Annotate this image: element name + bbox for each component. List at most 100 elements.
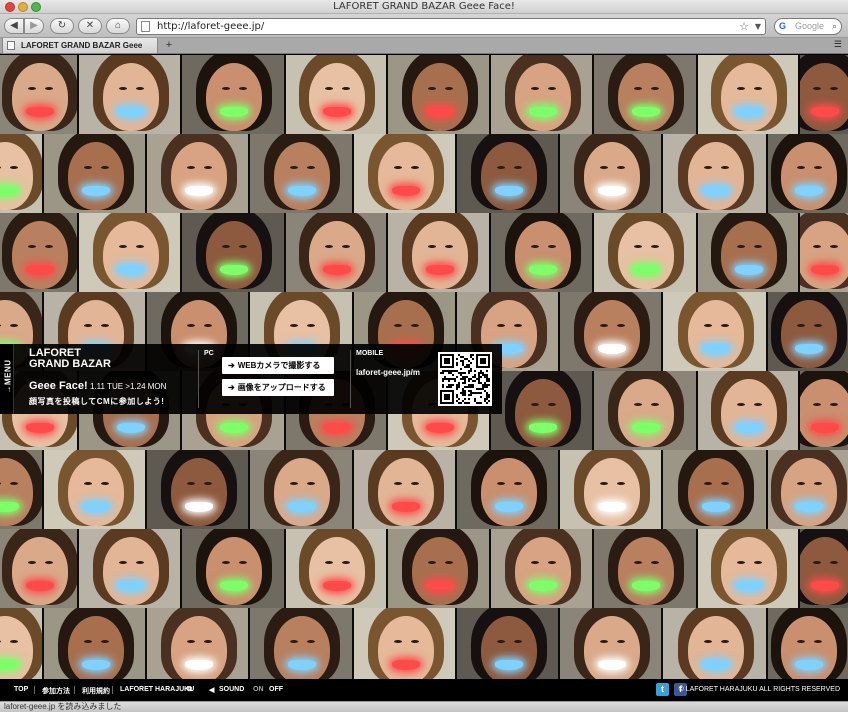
qr-module: [464, 398, 466, 400]
footer-top-link[interactable]: TOP: [14, 686, 28, 693]
qr-module: [480, 402, 482, 404]
back-button[interactable]: ◀: [4, 18, 24, 34]
forward-button[interactable]: ▶: [24, 18, 44, 34]
webcam-button[interactable]: ➔ WEBカメラで撮影する: [222, 357, 334, 374]
qr-module: [468, 372, 470, 374]
qr-module: [464, 402, 466, 404]
twitter-icon[interactable]: t: [656, 683, 669, 696]
mobile-url[interactable]: laforet-geee.jp/m: [356, 368, 420, 377]
qr-module: [470, 368, 472, 370]
qr-module: [468, 378, 470, 380]
qr-module: [458, 386, 460, 388]
qr-module: [456, 394, 458, 396]
face-skin: [480, 142, 537, 210]
search-input[interactable]: G Google ⌕: [774, 18, 842, 35]
face-eye: [203, 482, 212, 485]
footer-laforet-link[interactable]: LAFORET HARAJUKU: [120, 686, 194, 693]
face-eye: [186, 640, 195, 643]
address-bar[interactable]: http://laforet-geee.jp/ ☆ ▼: [136, 18, 766, 35]
glowing-mouth: [632, 107, 660, 117]
upload-button[interactable]: ➔ 画像をアップロードする: [222, 379, 334, 396]
qr-module: [486, 380, 488, 382]
face-tile: [354, 608, 457, 687]
glowing-mouth: [323, 423, 351, 433]
qr-module: [478, 392, 480, 394]
divider: [34, 686, 35, 694]
qr-module: [484, 382, 486, 384]
sound-on-button[interactable]: ON: [253, 686, 264, 693]
face-eye: [634, 245, 642, 248]
external-link-icon: ⧉: [187, 686, 192, 693]
qr-module: [460, 378, 462, 380]
face-tile: [250, 450, 354, 529]
qr-module: [488, 380, 490, 382]
face-tile: [147, 134, 250, 213]
bookmark-star-icon[interactable]: ☆: [739, 19, 749, 34]
glowing-mouth: [25, 265, 54, 275]
face-eye: [634, 561, 642, 564]
footer: TOP 参加方法 利用規約 LAFORET HARAJUKU ⧉ ◀ SOUND…: [0, 679, 848, 701]
face-skin: [721, 63, 777, 131]
divider: [350, 350, 351, 408]
qr-module: [474, 398, 476, 400]
glowing-mouth: [81, 186, 110, 196]
face-eye: [513, 324, 522, 327]
face-eye: [616, 640, 625, 643]
reload-button[interactable]: ↻: [50, 18, 74, 34]
face-eye: [720, 482, 729, 485]
face-eye: [703, 166, 712, 169]
glowing-mouth: [597, 660, 626, 670]
footer-terms-link[interactable]: 利用規約: [82, 686, 110, 696]
face-tile: [182, 213, 286, 292]
glowing-mouth: [811, 107, 839, 117]
qr-module: [480, 370, 482, 372]
face-skin: [411, 537, 468, 605]
qr-module: [480, 392, 482, 394]
qr-module: [472, 386, 474, 388]
tab-laforet[interactable]: LAFORET GRAND BAZAR Geee Face!: [2, 38, 158, 65]
qr-module: [460, 402, 462, 404]
face-eye: [9, 166, 18, 169]
search-icon[interactable]: ⌕: [832, 19, 837, 34]
arrow-right-icon: ➔: [228, 383, 235, 392]
google-icon: G: [779, 21, 787, 31]
face-tile: [491, 529, 594, 608]
chevron-down-icon[interactable]: ▼: [755, 19, 761, 34]
face-tile: [250, 608, 354, 687]
qr-module: [488, 394, 490, 396]
glowing-mouth: [811, 265, 839, 275]
new-tab-button[interactable]: +: [162, 39, 176, 52]
qr-module: [486, 374, 488, 376]
page-viewport: →MENU LAFORET GRAND BAZAR Geee Face! 1.1…: [0, 55, 848, 702]
qr-module: [462, 364, 464, 366]
reload-icon: ↻: [57, 20, 67, 31]
footer-howto-link[interactable]: 参加方法: [42, 686, 70, 696]
glowing-mouth: [795, 660, 823, 670]
face-eye: [813, 561, 821, 564]
face-skin: [721, 221, 777, 289]
glowing-mouth: [701, 186, 730, 196]
home-button[interactable]: ⌂: [106, 18, 130, 34]
face-tile: [768, 292, 848, 371]
divider: [74, 686, 75, 694]
qr-module: [484, 376, 486, 378]
face-skin: [309, 221, 365, 289]
qr-module: [460, 356, 462, 358]
qr-module: [488, 400, 490, 402]
face-tile: [0, 450, 44, 529]
face-eye: [496, 640, 505, 643]
face-tile: [182, 529, 286, 608]
qr-module: [446, 386, 448, 388]
qr-module: [484, 386, 486, 388]
face-tile: [560, 608, 663, 687]
menu-toggle[interactable]: →MENU: [0, 344, 14, 414]
qr-module: [468, 380, 470, 382]
qr-module: [472, 358, 474, 360]
stop-button[interactable]: ✕: [78, 18, 102, 34]
face-eye: [830, 87, 838, 90]
qr-module: [466, 364, 468, 366]
face-eye: [239, 245, 247, 248]
tab-list-icon[interactable]: ☰: [834, 39, 842, 50]
sound-off-button[interactable]: OFF: [269, 686, 283, 693]
face-eye: [9, 482, 18, 485]
